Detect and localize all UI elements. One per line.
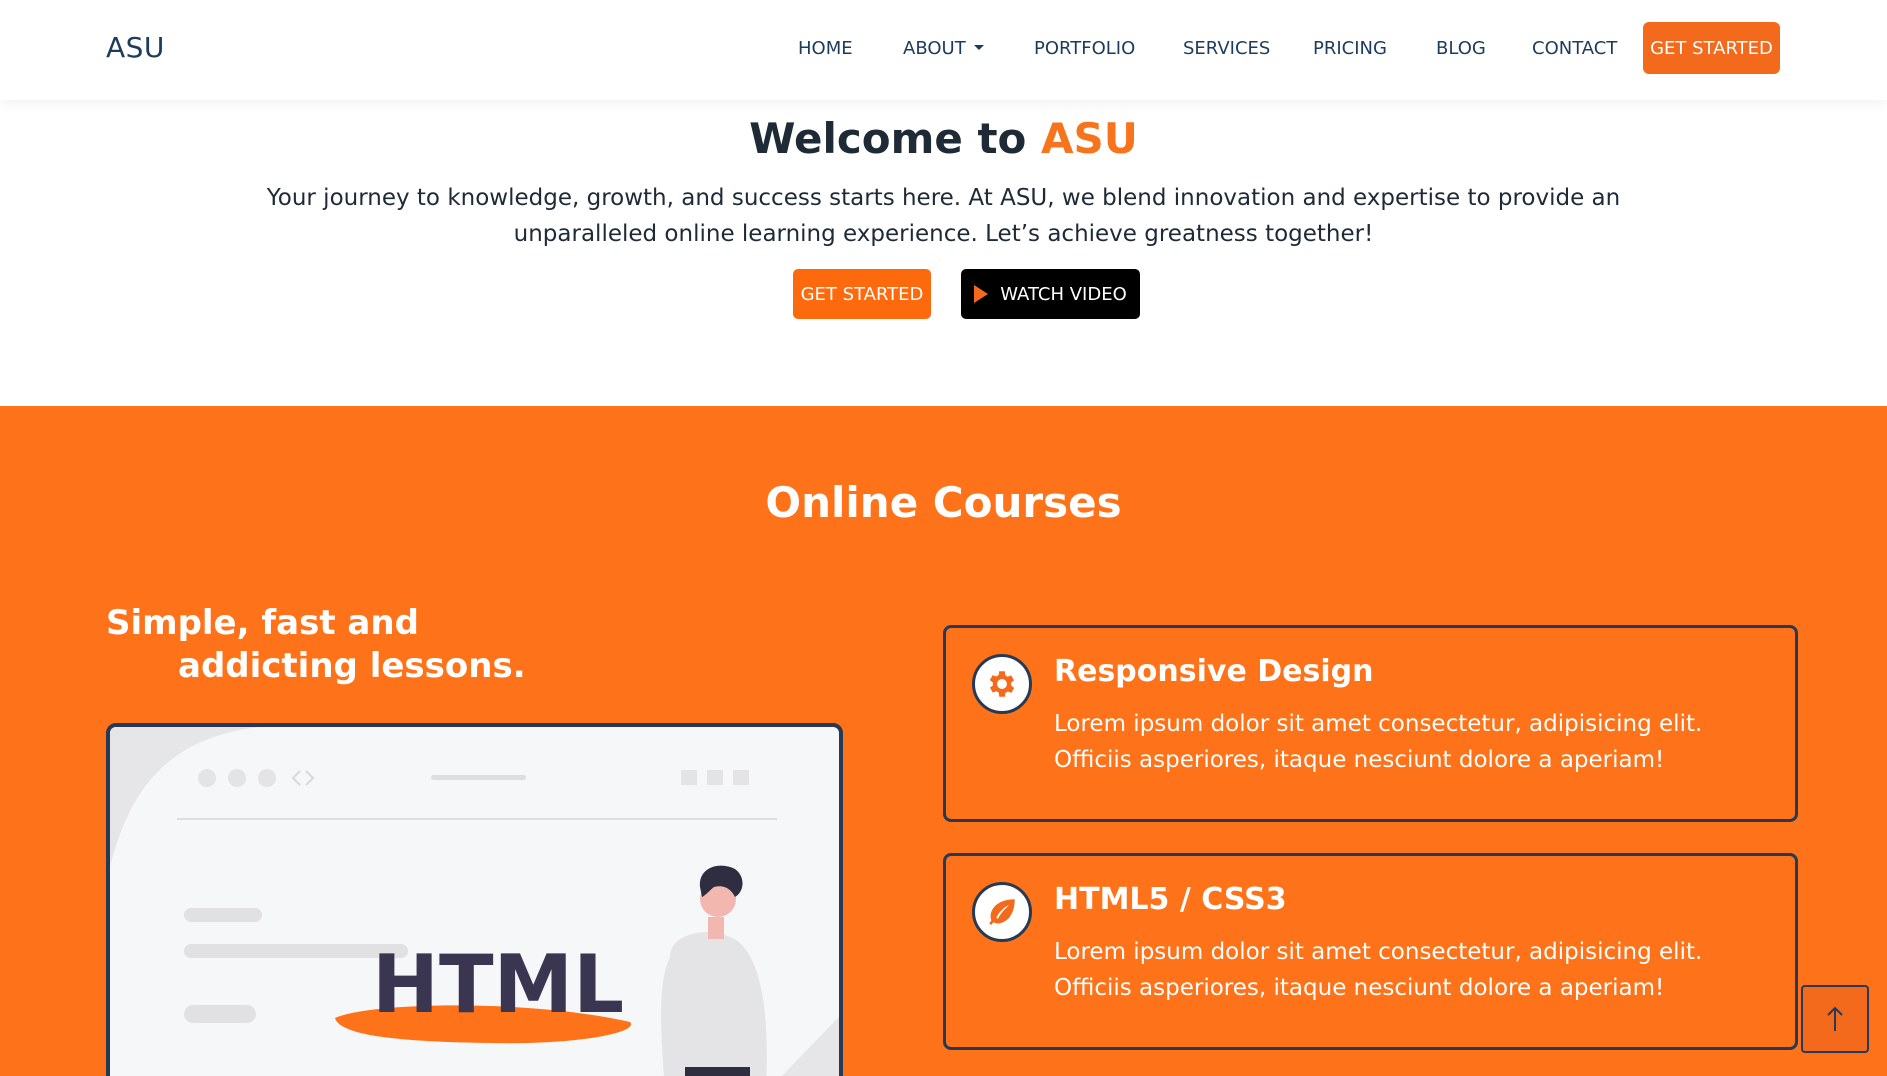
html-illustration: HTML: [106, 723, 843, 1076]
watch-video-label: WATCH VIDEO: [1000, 283, 1127, 305]
nav-get-started-button[interactable]: GET STARTED: [1643, 22, 1780, 74]
arrow-up-icon: [1827, 1006, 1843, 1031]
hero-description: Your journey to knowledge, growth, and s…: [266, 185, 1621, 247]
courses-title: Online Courses: [765, 478, 1122, 527]
chevron-down-icon: [973, 44, 984, 50]
courses-tagline: Simple, fast and addicting lessons.: [106, 602, 526, 688]
hero-get-started-button[interactable]: GET STARTED: [793, 269, 931, 319]
nav-home[interactable]: HOME: [798, 38, 853, 59]
course-card-html5-css3[interactable]: HTML5 / CSS3 Lorem ipsum dolor sit amet …: [943, 853, 1798, 1050]
nav-about[interactable]: ABOUT: [903, 38, 984, 59]
back-to-top-button[interactable]: [1801, 985, 1869, 1053]
hero-title: Welcome to ASU: [0, 114, 1887, 163]
nav-about-label: ABOUT: [903, 38, 966, 59]
gear-icon-graphic: [989, 671, 1015, 697]
leaf-icon-graphic: [989, 899, 1015, 926]
nav-contact[interactable]: CONTACT: [1532, 38, 1617, 59]
watch-video-button[interactable]: WATCH VIDEO: [961, 269, 1140, 319]
site-logo[interactable]: ASU: [106, 31, 165, 64]
play-icon: [974, 285, 989, 303]
nav-services[interactable]: SERVICES: [1183, 38, 1270, 59]
html-word: HTML: [372, 938, 624, 1031]
tagline-line-2: addicting lessons.: [178, 646, 526, 686]
nav-blog[interactable]: BLOG: [1436, 38, 1486, 59]
course-card-text: Lorem ipsum dolor sit amet consectetur, …: [1054, 711, 1703, 773]
navbar: ASU HOME ABOUT PORTFOLIO SERVICES PRICIN…: [0, 0, 1887, 100]
nav-pricing[interactable]: PRICING: [1313, 38, 1387, 59]
course-card-text: Lorem ipsum dolor sit amet consectetur, …: [1054, 939, 1703, 1001]
gear-icon: [972, 654, 1032, 714]
course-card-title: Responsive Design: [1054, 654, 1374, 689]
tagline-line-1: Simple, fast and: [106, 603, 419, 643]
hero-title-prefix: Welcome to: [749, 114, 1042, 163]
hero-title-accent: ASU: [1041, 114, 1138, 163]
html-illustration-graphic: HTML: [110, 727, 839, 1076]
course-card-responsive-design[interactable]: Responsive Design Lorem ipsum dolor sit …: [943, 625, 1798, 822]
course-card-title: HTML5 / CSS3: [1054, 882, 1287, 917]
nav-portfolio[interactable]: PORTFOLIO: [1034, 38, 1135, 59]
courses-section: Online Courses Simple, fast and addictin…: [0, 406, 1887, 1076]
leaf-icon: [972, 882, 1032, 942]
